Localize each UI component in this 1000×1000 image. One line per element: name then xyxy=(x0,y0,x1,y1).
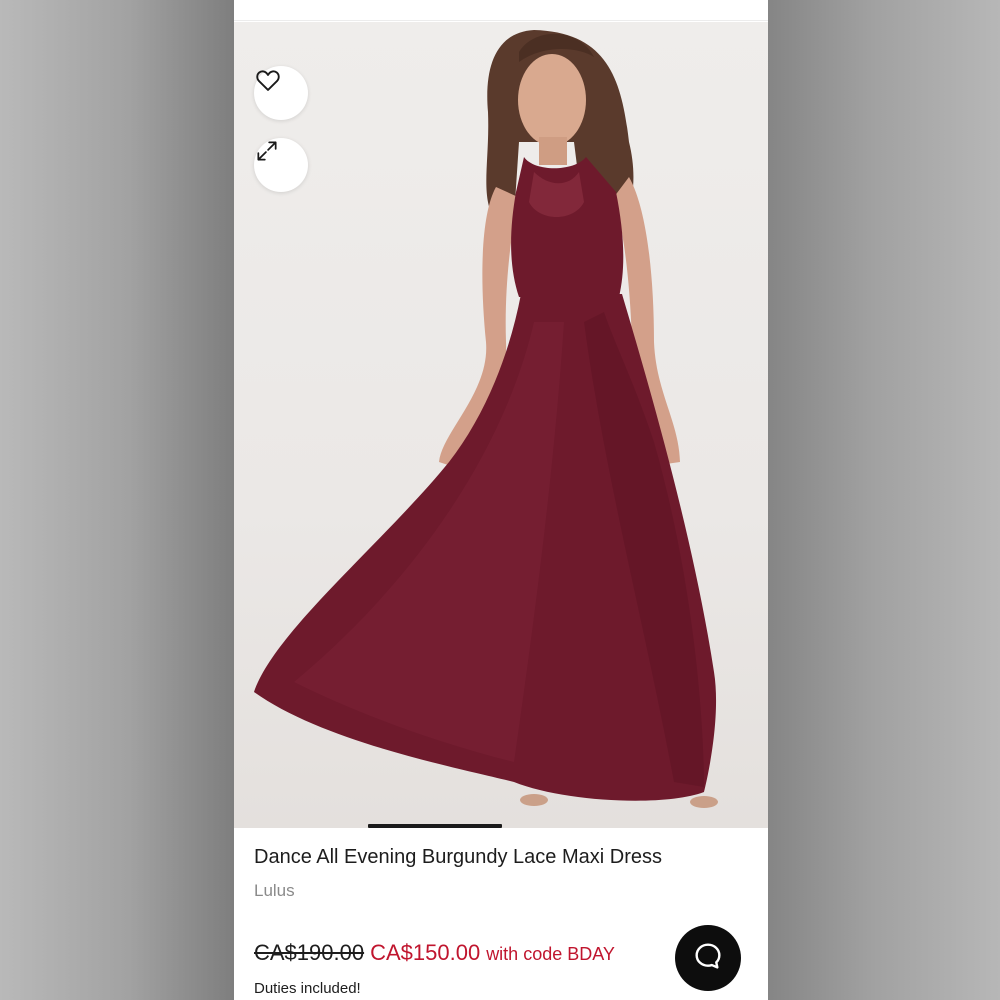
left-background-panel xyxy=(0,0,234,1000)
right-background-panel xyxy=(768,0,1000,1000)
wishlist-button[interactable] xyxy=(254,66,308,120)
expand-image-button[interactable] xyxy=(254,138,308,192)
top-bar xyxy=(234,0,768,21)
chat-button[interactable] xyxy=(675,925,741,991)
price-row: CA$190.00 CA$150.00 with code BDAY xyxy=(254,940,615,966)
promo-code-text: with code BDAY xyxy=(486,944,615,964)
chat-bubble-icon xyxy=(692,940,724,977)
sale-price: CA$150.00 xyxy=(370,940,481,965)
product-title: Dance All Evening Burgundy Lace Maxi Dre… xyxy=(254,846,662,868)
app-screen: Dance All Evening Burgundy Lace Maxi Dre… xyxy=(234,0,768,1000)
dress-photo xyxy=(254,30,718,808)
product-image[interactable] xyxy=(234,22,768,828)
original-price: CA$190.00 xyxy=(254,940,365,965)
brand-link[interactable]: Lulus xyxy=(254,881,295,901)
carousel-position-indicator xyxy=(368,824,502,828)
duties-note: Duties included! xyxy=(254,980,361,997)
